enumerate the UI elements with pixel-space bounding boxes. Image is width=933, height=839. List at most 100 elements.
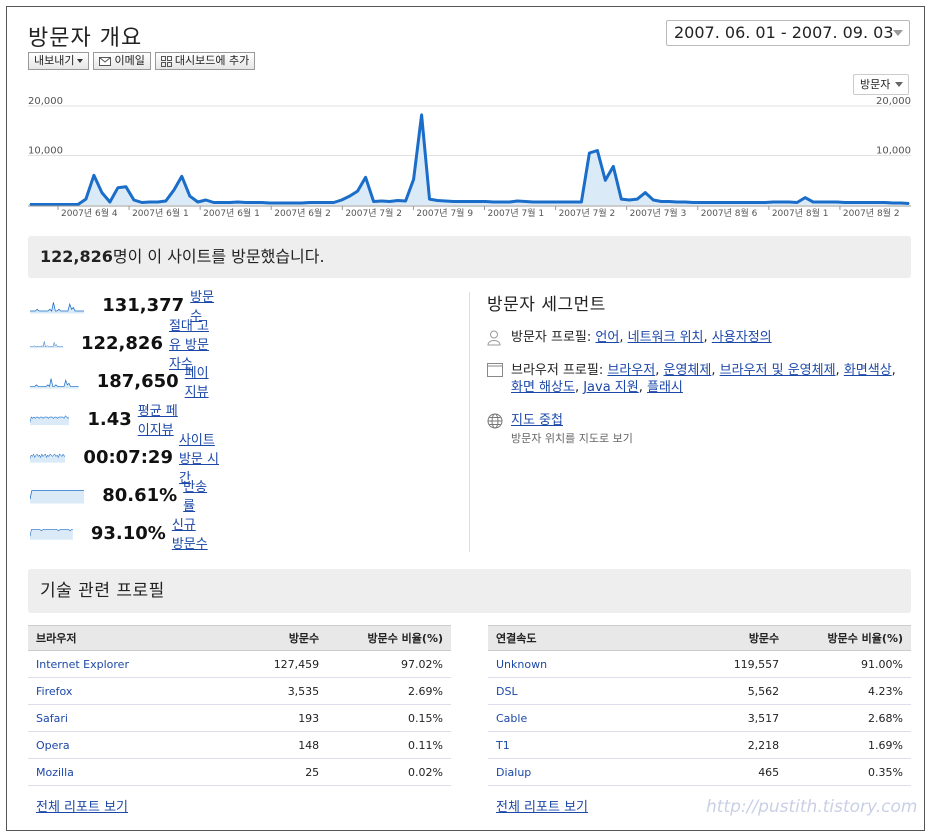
- graph-metric-label: 방문자: [860, 78, 891, 91]
- series-line: [30, 113, 910, 206]
- browser-profile-link[interactable]: 브라우저: [607, 363, 655, 378]
- row-name-link[interactable]: DSL: [488, 677, 704, 705]
- browser-profile-link[interactable]: 브라우저 및 운영체제: [720, 363, 836, 378]
- data-point: [492, 201, 495, 203]
- browser-profile-link[interactable]: Java 지원: [583, 380, 639, 395]
- metric-link[interactable]: 페이지뷰: [185, 362, 218, 400]
- browser-profile-link[interactable]: 운영체제: [664, 363, 712, 378]
- data-point: [892, 202, 894, 204]
- data-point: [373, 200, 375, 203]
- data-point: [724, 201, 726, 204]
- row-name-link[interactable]: Dialup: [488, 758, 704, 786]
- sparkline: [30, 378, 79, 389]
- browser-profile-link[interactable]: 플래시: [647, 380, 683, 395]
- sparkline: [30, 415, 70, 426]
- data-point: [341, 199, 343, 201]
- add-to-dashboard-button[interactable]: 대시보드에 추가: [154, 52, 256, 70]
- x-tick-label: 2007년 6월 4: [61, 207, 118, 219]
- email-label: 이메일: [114, 54, 145, 67]
- visits-cell: 119,557: [704, 650, 788, 678]
- data-point: [317, 201, 319, 204]
- data-point: [788, 201, 790, 203]
- watermark: http://pustith.tistory.com: [706, 797, 918, 817]
- row-name-link[interactable]: Opera: [28, 731, 244, 759]
- data-point: [444, 200, 447, 202]
- row-name-link[interactable]: Firefox: [28, 677, 244, 705]
- visitor-profile-label: 방문자 프로필:: [511, 330, 592, 345]
- browser-full-report-link[interactable]: 전체 리포트 보기: [36, 796, 128, 815]
- visits-cell: 5,562: [704, 677, 788, 705]
- visits-cell: 193: [244, 704, 328, 732]
- data-point: [181, 175, 183, 177]
- y-tick-label-left: 20,000: [28, 96, 63, 107]
- chevron-down-icon: [77, 59, 84, 63]
- sparkline: [30, 453, 66, 463]
- row-name-link[interactable]: Internet Explorer: [28, 650, 244, 678]
- table-header: 연결속도: [488, 625, 704, 651]
- data-point: [548, 201, 551, 203]
- data-point: [460, 200, 463, 203]
- visitor-profile-link[interactable]: 언어: [595, 330, 619, 345]
- visitor-profile-link[interactable]: 사용자정의: [712, 330, 772, 345]
- table-row: Safari 193 0.15%: [28, 704, 451, 732]
- visitor-profile-link[interactable]: 네트워크 위치: [628, 330, 704, 345]
- date-range-picker[interactable]: 2007. 06. 01 - 2007. 09. 03: [666, 20, 910, 46]
- data-point: [652, 199, 654, 201]
- data-point: [580, 201, 582, 203]
- visit-percent-cell: 1.69%: [787, 731, 911, 759]
- data-point: [109, 201, 111, 203]
- data-point: [468, 200, 471, 203]
- export-button[interactable]: 내보내기: [28, 52, 90, 70]
- visit-percent-cell: 0.02%: [327, 758, 451, 786]
- data-point: [772, 201, 774, 203]
- visits-cell: 25: [244, 758, 328, 786]
- data-point: [428, 198, 431, 200]
- row-name-link[interactable]: Cable: [488, 704, 704, 732]
- data-point: [812, 201, 814, 203]
- data-point: [412, 178, 415, 180]
- browser-table: 브라우저 방문수 방문수 비율(%) Internet Explorer 127,…: [28, 625, 451, 786]
- visit-percent-cell: 97.02%: [327, 650, 451, 678]
- data-point: [37, 203, 39, 206]
- data-point: [436, 199, 439, 202]
- data-point: [500, 201, 503, 203]
- data-point: [780, 201, 782, 203]
- data-point: [221, 201, 223, 204]
- map-overlay-link[interactable]: 지도 중첩: [511, 413, 563, 428]
- data-point: [764, 201, 766, 204]
- data-point: [396, 199, 399, 202]
- metric-value: 187,650: [96, 370, 179, 392]
- data-point: [85, 198, 87, 200]
- browser-profile-link[interactable]: 화면 해상도: [511, 380, 575, 395]
- data-point: [852, 201, 854, 204]
- data-point: [908, 202, 910, 205]
- browser-profile-link[interactable]: 화면색상: [844, 363, 892, 378]
- visitors-line-chart: 20,000 20,000 10,000 10,000 2007년 6월 4 2007년 …: [28, 96, 911, 219]
- data-point: [516, 200, 519, 202]
- data-point: [173, 189, 175, 191]
- data-point: [756, 201, 758, 204]
- metric-row: 93.10% 신규 방문수: [30, 518, 211, 552]
- data-point: [860, 201, 862, 204]
- row-name-link[interactable]: T1: [488, 731, 704, 759]
- metric-link[interactable]: 신규 방문수: [172, 514, 211, 552]
- row-name-link[interactable]: Unknown: [488, 650, 704, 678]
- report-toolbar: 내보내기 이메일 대시보드에 추가: [28, 52, 256, 70]
- data-point: [125, 186, 127, 188]
- data-point: [141, 201, 143, 204]
- email-button[interactable]: 이메일: [93, 52, 151, 70]
- data-point: [404, 200, 407, 202]
- metric-link[interactable]: 평균 페이지뷰: [138, 400, 181, 438]
- data-point: [277, 202, 279, 204]
- connection-full-report-link[interactable]: 전체 리포트 보기: [496, 796, 588, 815]
- data-point: [620, 198, 622, 200]
- metric-value: 1.43: [87, 408, 132, 430]
- x-tick-label: 2007년 7월 9: [416, 207, 473, 219]
- metric-link[interactable]: 반송률: [183, 476, 211, 514]
- visit-percent-cell: 91.00%: [787, 650, 911, 678]
- data-point: [828, 201, 830, 203]
- row-name-link[interactable]: Safari: [28, 704, 244, 732]
- row-name-link[interactable]: Mozilla: [28, 758, 244, 786]
- data-point: [804, 196, 806, 199]
- graph-metric-select[interactable]: 방문자: [853, 74, 910, 95]
